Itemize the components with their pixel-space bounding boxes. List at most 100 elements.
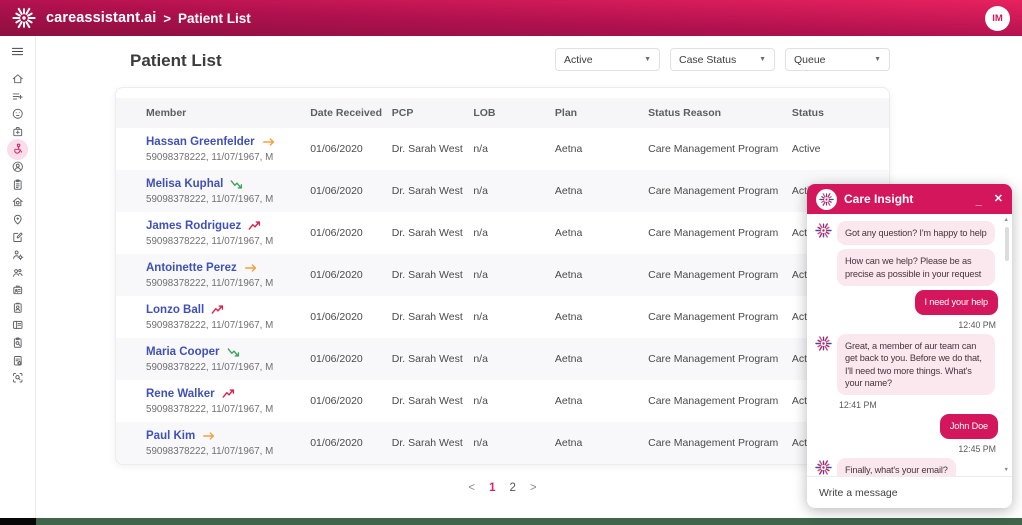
page-button-1[interactable]: 1 [489, 482, 495, 494]
table-row: Rene Walker59098378222, 11/07/1967, M01/… [116, 380, 889, 422]
queue-filter-value: Queue [794, 54, 826, 66]
id-kit-icon [11, 283, 25, 297]
sidebar-item-document-settings[interactable] [6, 352, 30, 370]
brand-name[interactable]: careassistant.ai [46, 10, 156, 26]
chat-scrollbar-thumb[interactable] [1005, 227, 1009, 261]
column-header: Plan [555, 98, 648, 128]
care-insight-logo [816, 189, 837, 210]
sidebar-item-patient-list-add[interactable] [6, 88, 30, 106]
contact-badge-icon [11, 301, 25, 315]
user-avatar[interactable]: IM [985, 6, 1010, 31]
patient-care-icon [11, 142, 25, 156]
bot-bubble: How can we help? Please be as precise as… [837, 249, 995, 286]
location-icon [11, 213, 25, 227]
plan-cell: Aetna [555, 170, 648, 212]
case-status-filter[interactable]: Case Status▼ [670, 48, 775, 71]
clipboard-search-icon [11, 336, 25, 350]
close-icon[interactable]: ✕ [994, 194, 1003, 205]
sidebar [0, 36, 36, 518]
queue-filter[interactable]: Queue▼ [785, 48, 890, 71]
plan-cell: Aetna [555, 212, 648, 254]
message-timestamp: 12:40 PM [815, 320, 998, 330]
patient-link[interactable]: Melisa Kuphal [146, 178, 223, 190]
trend-flat-icon [262, 135, 276, 149]
care-home-icon [11, 195, 25, 209]
pcp-cell: Dr. Sarah West [392, 422, 474, 464]
table-row: Lonzo Ball59098378222, 11/07/1967, M01/0… [116, 296, 889, 338]
column-header: Date Received [310, 98, 392, 128]
member-cell: Rene Walker59098378222, 11/07/1967, M [116, 380, 310, 422]
member-details: 59098378222, 11/07/1967, M [146, 362, 304, 373]
trend-flat-icon [202, 429, 216, 443]
sidebar-item-focus-search[interactable] [6, 369, 30, 387]
table-row: Maria Cooper59098378222, 11/07/1967, M01… [116, 338, 889, 380]
lob-cell: n/a [473, 128, 555, 170]
sidebar-item-clipboard-search[interactable] [6, 334, 30, 352]
status-reason-cell: Care Management Program [648, 212, 792, 254]
chat-input-bar [807, 476, 1012, 508]
scroll-up-icon[interactable]: ▲ [1004, 217, 1009, 223]
message-input[interactable] [819, 487, 1000, 499]
date-received-cell: 01/06/2020 [310, 212, 392, 254]
status-reason-cell: Care Management Program [648, 296, 792, 338]
plan-cell: Aetna [555, 254, 648, 296]
next-page-button[interactable]: > [530, 482, 537, 494]
patient-link[interactable]: Paul Kim [146, 430, 195, 442]
date-received-cell: 01/06/2020 [310, 380, 392, 422]
sidebar-item-home[interactable] [6, 70, 30, 88]
patient-table-card: MemberDate ReceivedPCPLOBPlanStatus Reas… [115, 87, 890, 465]
previous-page-button[interactable]: < [468, 482, 475, 494]
patient-link[interactable]: Rene Walker [146, 388, 215, 400]
message-timestamp: 12:41 PM [837, 400, 998, 410]
lob-cell: n/a [473, 422, 555, 464]
table-header-row: MemberDate ReceivedPCPLOBPlanStatus Reas… [116, 98, 889, 128]
sidebar-item-patient-care[interactable] [6, 140, 30, 158]
sidebar-item-location[interactable] [6, 211, 30, 229]
manage-account-icon [11, 248, 25, 262]
bot-bubble: Finally, what's your email? [837, 458, 956, 476]
plan-cell: Aetna [555, 380, 648, 422]
sidebar-item-account[interactable] [6, 158, 30, 176]
sidebar-item-care-home[interactable] [6, 193, 30, 211]
sidebar-item-records-card[interactable] [6, 316, 30, 334]
sidebar-item-contact-badge[interactable] [6, 299, 30, 317]
sidebar-item-care-team[interactable] [6, 264, 30, 282]
status-filter[interactable]: Active▼ [555, 48, 660, 71]
member-details: 59098378222, 11/07/1967, M [146, 320, 304, 331]
member-details: 59098378222, 11/07/1967, M [146, 278, 304, 289]
patient-table: MemberDate ReceivedPCPLOBPlanStatus Reas… [116, 98, 889, 464]
sidebar-item-clipboard-tasks[interactable] [6, 176, 30, 194]
patient-link[interactable]: Lonzo Ball [146, 304, 204, 316]
patient-list-add-icon [11, 90, 25, 104]
sidebar-item-sentiment[interactable] [6, 105, 30, 123]
status-reason-cell: Care Management Program [648, 254, 792, 296]
table-row: Paul Kim59098378222, 11/07/1967, M01/06/… [116, 422, 889, 464]
scroll-down-icon[interactable]: ▼ [1004, 467, 1009, 473]
pcp-cell: Dr. Sarah West [392, 128, 474, 170]
status-cell: Active [792, 128, 889, 170]
sidebar-item-medical-kit[interactable] [6, 123, 30, 141]
patient-link[interactable]: Hassan Greenfelder [146, 136, 255, 148]
sidebar-item-notes-edit[interactable] [6, 228, 30, 246]
sidebar-item-id-kit[interactable] [6, 281, 30, 299]
date-received-cell: 01/06/2020 [310, 170, 392, 212]
pcp-cell: Dr. Sarah West [392, 254, 474, 296]
patient-link[interactable]: Maria Cooper [146, 346, 220, 358]
page-button-2[interactable]: 2 [510, 482, 516, 494]
brand-burst-icon [12, 6, 36, 30]
plan-cell: Aetna [555, 296, 648, 338]
member-cell: James Rodriguez59098378222, 11/07/1967, … [116, 212, 310, 254]
menu-button[interactable] [7, 41, 29, 61]
user-message: I need your help [815, 290, 998, 314]
lob-cell: n/a [473, 170, 555, 212]
trend-up-icon [211, 303, 225, 317]
table-row: James Rodriguez59098378222, 11/07/1967, … [116, 212, 889, 254]
patient-link[interactable]: Antoinette Perez [146, 262, 237, 274]
chevron-down-icon: ▼ [759, 56, 766, 63]
pcp-cell: Dr. Sarah West [392, 380, 474, 422]
sidebar-item-manage-account[interactable] [6, 246, 30, 264]
patient-link[interactable]: James Rodriguez [146, 220, 241, 232]
bot-bubble: Great, a member of aur team can get back… [837, 334, 995, 396]
minimize-icon[interactable]: _ [976, 196, 982, 207]
bottom-corner [0, 518, 36, 525]
